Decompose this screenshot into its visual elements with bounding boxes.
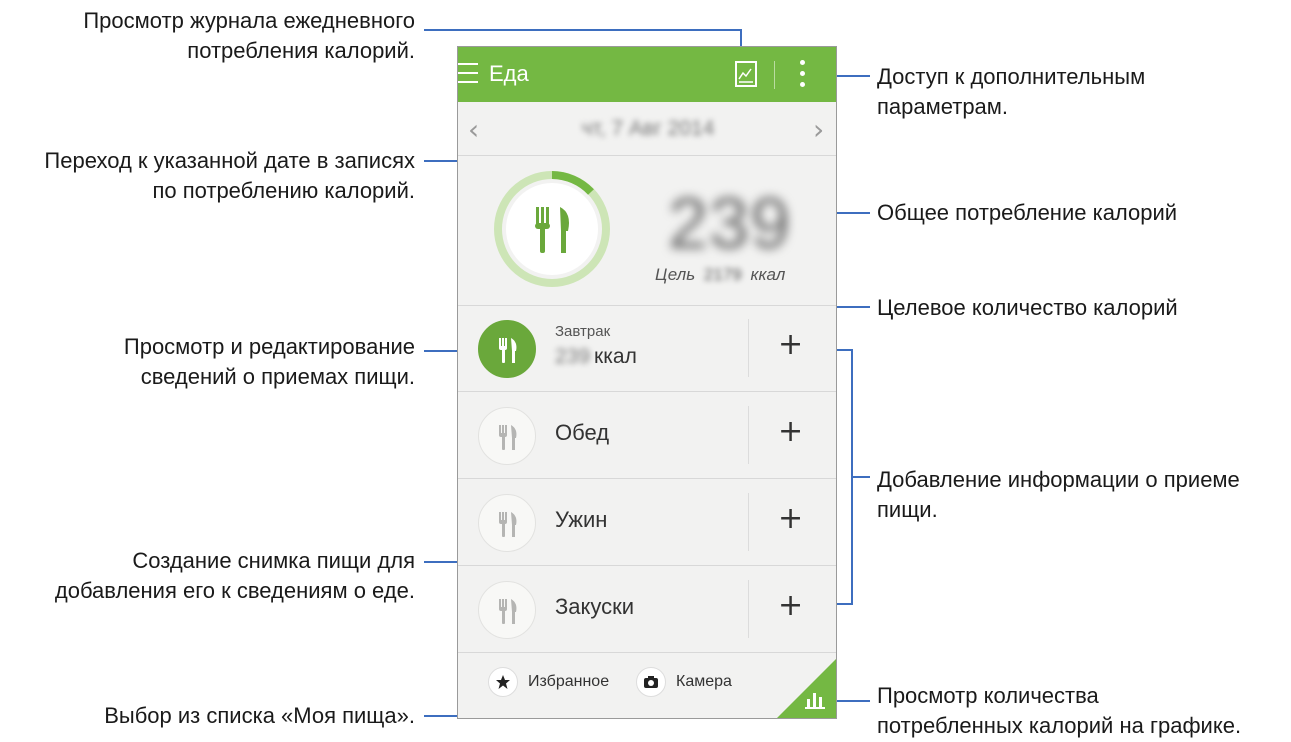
bottom-bar: Избранное Камера bbox=[458, 647, 836, 718]
callout-text: Целевое количество калорий bbox=[877, 295, 1178, 320]
callout-add-meal: Добавление информации о приеме пищи. bbox=[877, 465, 1240, 525]
camera-button[interactable]: Камера bbox=[636, 667, 732, 697]
callout-date-jump: Переход к указанной дате в записях по по… bbox=[44, 146, 415, 206]
callout-meal-details: Просмотр и редактирование сведений о при… bbox=[124, 332, 415, 392]
favorites-button[interactable]: Избранное bbox=[488, 667, 609, 697]
goal-calories: Цель 2179 ккал bbox=[655, 265, 785, 285]
cutlery-icon[interactable] bbox=[478, 407, 536, 465]
callout-text: потребленных калорий на графике. bbox=[877, 713, 1242, 738]
callout-total-calories: Общее потребление калорий bbox=[877, 198, 1177, 228]
cutlery-icon[interactable] bbox=[478, 320, 536, 378]
callout-text: Выбор из списка «Моя пища». bbox=[104, 703, 415, 728]
callout-goal-calories: Целевое количество калорий bbox=[877, 293, 1178, 323]
meal-calories: 239 ккал bbox=[555, 345, 637, 369]
meal-row-breakfast[interactable]: Завтрак 239 ккал + bbox=[458, 305, 836, 392]
favorites-label: Избранное bbox=[528, 673, 610, 690]
callout-text: Доступ к дополнительным bbox=[877, 64, 1146, 89]
more-options-icon[interactable] bbox=[800, 60, 806, 90]
menu-icon[interactable] bbox=[458, 63, 478, 85]
leader-line bbox=[424, 29, 740, 31]
callout-graph: Просмотр количества потребленных калорий… bbox=[877, 681, 1241, 741]
goal-prefix: Цель bbox=[655, 265, 696, 284]
callout-text: добавления его к сведениям о еде. bbox=[54, 578, 415, 603]
total-calories-value: 239 bbox=[668, 184, 792, 264]
goal-value: 2179 bbox=[703, 265, 742, 284]
daily-log-icon[interactable] bbox=[735, 61, 757, 87]
appbar-divider bbox=[774, 61, 775, 89]
add-dinner-button[interactable]: + bbox=[778, 501, 803, 536]
meal-cal-value: 239 bbox=[555, 345, 591, 368]
calorie-summary: 239 Цель 2179 ккал bbox=[458, 155, 836, 306]
meal-cal-unit: ккал bbox=[594, 345, 637, 368]
callout-text: параметрам. bbox=[877, 94, 1009, 119]
callout-text: Создание снимка пищи для bbox=[132, 548, 415, 573]
callout-text: Просмотр и редактирование bbox=[123, 334, 415, 359]
callout-text: по потреблению калорий. bbox=[152, 178, 415, 203]
callout-more-options: Доступ к дополнительным параметрам. bbox=[877, 62, 1145, 122]
camera-label: Камера bbox=[676, 673, 732, 690]
progress-ring bbox=[494, 171, 610, 287]
add-snacks-button[interactable]: + bbox=[778, 588, 803, 623]
leader-line bbox=[852, 476, 870, 478]
callout-text: пищи. bbox=[877, 497, 938, 522]
add-breakfast-button[interactable]: + bbox=[778, 327, 803, 362]
add-lunch-button[interactable]: + bbox=[778, 414, 803, 449]
meal-divider bbox=[748, 580, 749, 638]
meal-divider bbox=[748, 406, 749, 464]
meal-row-dinner[interactable]: Ужин + bbox=[458, 479, 836, 566]
date-label[interactable]: чт, 7 Авг 2014 bbox=[558, 117, 738, 141]
star-icon bbox=[488, 667, 518, 697]
callout-text: потребления калорий. bbox=[187, 38, 415, 63]
meal-divider bbox=[748, 319, 749, 377]
phone-screen: Еда ‹ чт, 7 Авг 2014 › 239 Цель 2179 кка… bbox=[457, 46, 837, 719]
callout-food-photo: Создание снимка пищи для добавления его … bbox=[55, 546, 415, 606]
app-bar: Еда bbox=[458, 47, 836, 102]
meal-row-snacks[interactable]: Закуски + bbox=[458, 566, 836, 653]
callout-daily-log: Просмотр журнала ежедневного потребления… bbox=[83, 6, 415, 66]
cutlery-icon[interactable] bbox=[478, 581, 536, 639]
meal-row-lunch[interactable]: Обед + bbox=[458, 392, 836, 479]
app-title: Еда bbox=[489, 61, 529, 86]
callout-text: Просмотр количества bbox=[877, 683, 1099, 708]
meal-name: Ужин bbox=[555, 507, 608, 532]
callout-my-food: Выбор из списка «Моя пища». bbox=[104, 701, 415, 731]
chevron-right-icon[interactable]: › bbox=[813, 113, 824, 146]
goal-unit: ккал bbox=[750, 265, 786, 284]
meal-name: Завтрак bbox=[555, 323, 611, 340]
callout-text: Общее потребление калорий bbox=[877, 200, 1178, 225]
callout-text: Переход к указанной дате в записях bbox=[44, 148, 415, 173]
callout-text: Добавление информации о приеме bbox=[877, 467, 1240, 492]
chevron-left-icon[interactable]: ‹ bbox=[468, 113, 479, 146]
date-navigator: ‹ чт, 7 Авг 2014 › bbox=[458, 103, 836, 156]
camera-icon bbox=[636, 667, 666, 697]
meal-name: Закуски bbox=[555, 594, 635, 619]
meal-name: Обед bbox=[555, 420, 610, 445]
callout-text: сведений о приемах пищи. bbox=[140, 364, 415, 389]
callout-text: Просмотр журнала ежедневного bbox=[83, 8, 415, 33]
meal-divider bbox=[748, 493, 749, 551]
bar-chart-icon[interactable] bbox=[804, 689, 828, 709]
cutlery-icon[interactable] bbox=[478, 494, 536, 552]
